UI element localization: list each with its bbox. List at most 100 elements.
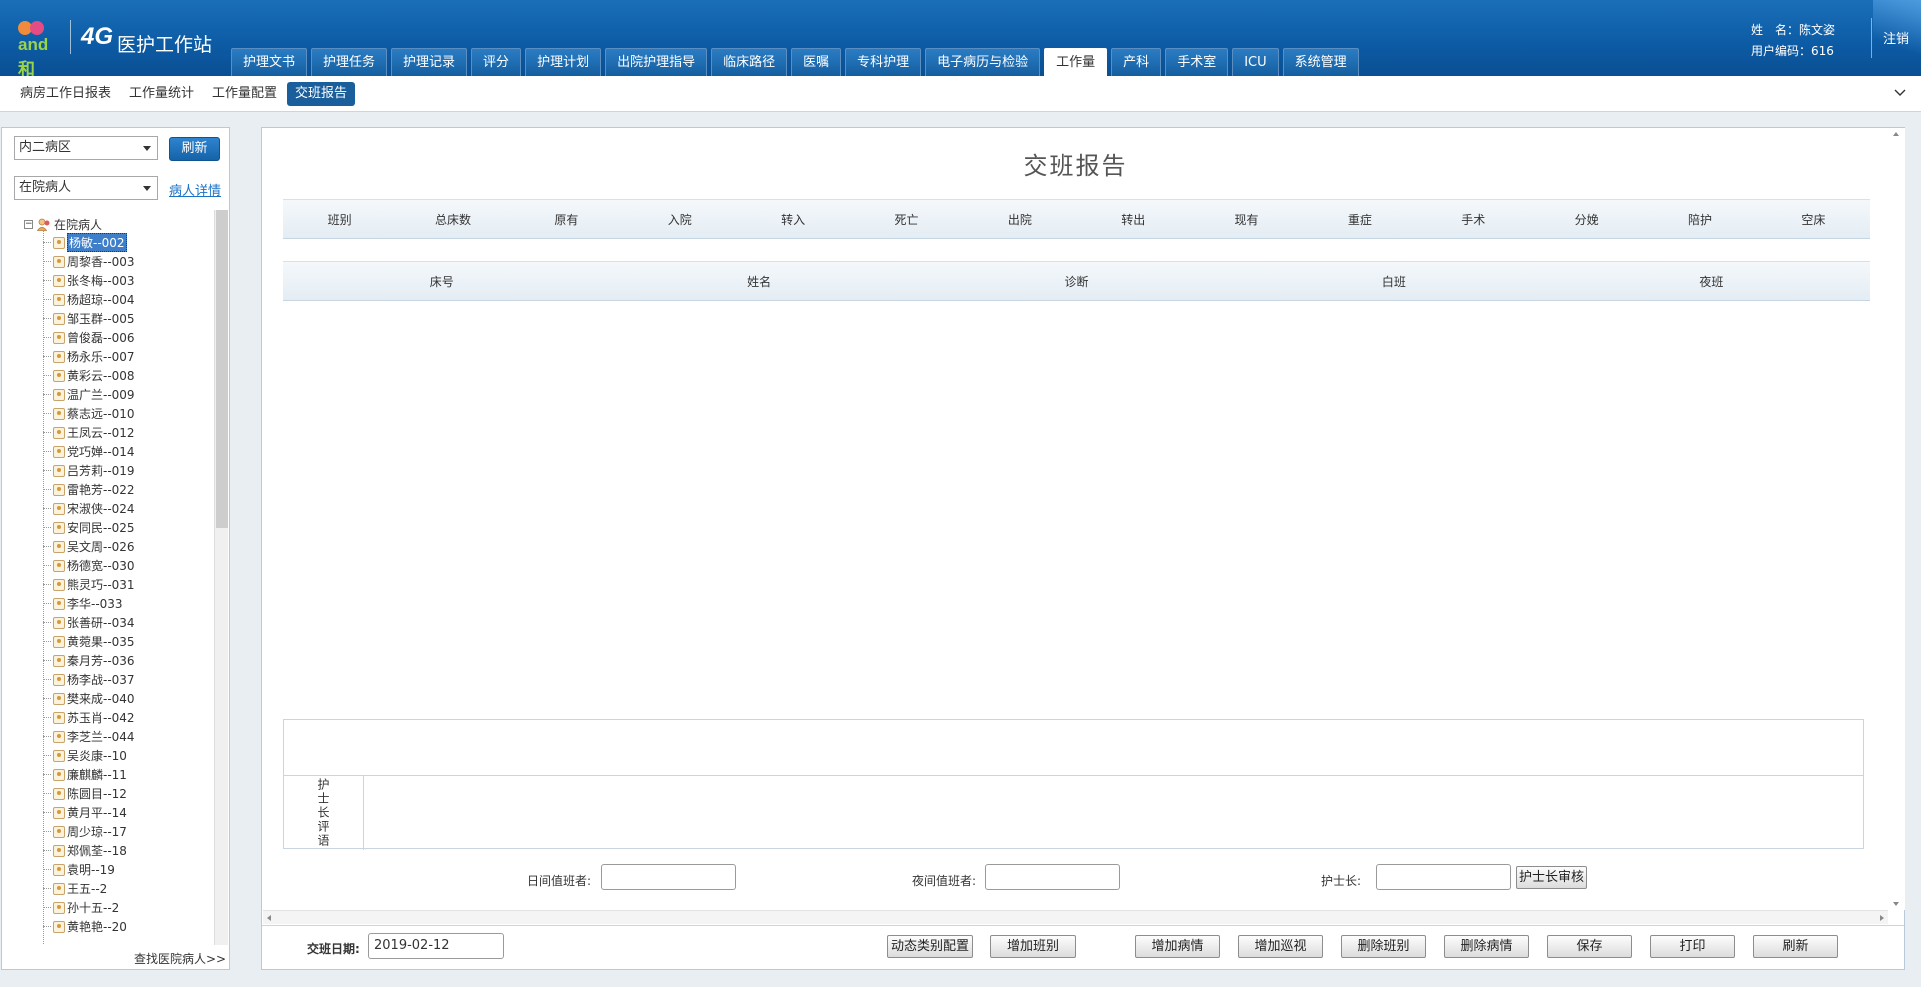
tree-item[interactable]: 王凤云--012 [43,423,135,442]
nav-tab-system-admin[interactable]: 系统管理 [1282,48,1359,76]
scroll-up-icon[interactable] [1893,132,1899,136]
patient-type-select[interactable]: 在院病人 [14,176,158,200]
refresh-button[interactable]: 刷新 [169,137,220,161]
patient-detail-link[interactable]: 病人详情 [169,180,221,199]
subnav-workload-config[interactable]: 工作量配置 [204,82,285,106]
nav-tab-operating-room[interactable]: 手术室 [1165,48,1229,76]
tree-item[interactable]: 吕芳莉--019 [43,461,135,480]
tree-item[interactable]: 郑佩荃--18 [43,841,135,860]
tree-item[interactable]: 廉麒麟--11 [43,765,135,784]
tree-item[interactable]: 宋淑侠--024 [43,499,135,518]
patient-label: 杨敏--002 [67,233,127,252]
tree-item[interactable]: 苏玉肖--042 [43,708,135,727]
tree-item[interactable]: 樊来成--040 [43,689,135,708]
subnav-workload-stats[interactable]: 工作量统计 [121,82,202,106]
tree-item[interactable]: 李芝兰--044 [43,727,135,746]
tree-scrollbar[interactable] [214,210,228,945]
tree-item[interactable]: 杨永乐--007 [43,347,135,366]
tree-item[interactable]: 邹玉群--005 [43,309,135,328]
delete-shift-button[interactable]: 删除班别 [1341,935,1426,958]
tree-item[interactable]: 黄菀果--035 [43,632,135,651]
tree-item[interactable]: 张善研--034 [43,613,135,632]
tree-item[interactable]: 李华--033 [43,594,135,613]
ward-select[interactable]: 内二病区 [14,136,158,160]
patient-icon [53,521,65,534]
patient-icon [53,920,65,933]
patient-icon [53,293,65,306]
patient-label: 张善研--034 [67,616,135,630]
tree-item[interactable]: 党巧婵--014 [43,442,135,461]
add-patrol-button[interactable]: 增加巡视 [1238,935,1323,958]
tree-item[interactable]: 熊灵巧--031 [43,575,135,594]
patient-icon [53,882,65,895]
subnav-daily-report[interactable]: 病房工作日报表 [12,82,119,106]
scroll-left-icon[interactable] [267,915,271,921]
save-button[interactable]: 保存 [1547,935,1632,958]
tree-item[interactable]: 杨李战--037 [43,670,135,689]
scroll-down-icon[interactable] [1893,902,1899,906]
head-nurse-review-button[interactable]: 护士长审核 [1516,866,1587,889]
tree-item[interactable]: 黄月平--14 [43,803,135,822]
tree-item[interactable]: 秦月芳--036 [43,651,135,670]
tree-item[interactable]: 温广兰--009 [43,385,135,404]
tree-item[interactable]: 雷艳芳--022 [43,480,135,499]
tree-scrollbar-thumb[interactable] [216,210,228,528]
nav-tab-orders[interactable]: 医嘱 [791,48,842,76]
nav-tab-obstetrics[interactable]: 产科 [1111,48,1162,76]
day-shift-input[interactable] [601,864,736,890]
delete-condition-button[interactable]: 删除病情 [1444,935,1529,958]
subnav-handover-report[interactable]: 交班报告 [287,82,356,106]
tree-item[interactable]: 吴炎康--10 [43,746,135,765]
tree-item[interactable]: 黄艳艳--20 [43,917,135,936]
print-button[interactable]: 打印 [1650,935,1735,958]
tree-item[interactable]: 杨超琼--004 [43,290,135,309]
night-shift-input[interactable] [985,864,1120,890]
tree-item[interactable]: 黄彩云--008 [43,366,135,385]
tree-item[interactable]: 周少琼--17 [43,822,135,841]
nav-tab-nursing-plan[interactable]: 护理计划 [525,48,602,76]
tree-root[interactable]: − 在院病人 [24,216,102,233]
tree-item[interactable]: 王五--2 [43,879,135,898]
refresh-report-button[interactable]: 刷新 [1753,935,1838,958]
nav-tab-nursing-tasks[interactable]: 护理任务 [311,48,388,76]
logout-link[interactable]: 注销 [1883,28,1909,47]
tree-item[interactable]: 张冬梅--003 [43,271,135,290]
main-horizontal-scrollbar[interactable] [263,910,1888,924]
patient-icon [53,464,65,477]
chevron-down-icon[interactable] [1893,85,1907,99]
tree-item[interactable]: 杨德宽--030 [43,556,135,575]
patient-list: 杨敏--002 周黎香--003 张冬梅--003 杨超琼--004 邹玉群--005 曾… [43,233,135,936]
nav-tab-discharge-guidance[interactable]: 出院护理指导 [605,48,708,76]
handover-date-input[interactable]: 2019-02-12 [368,933,504,959]
nav-tab-emr-lab[interactable]: 电子病历与检验 [925,48,1041,76]
patient-column-header: 白班 [1381,275,1406,289]
nav-tab-scoring[interactable]: 评分 [471,48,522,76]
tree-item[interactable]: 吴文周--026 [43,537,135,556]
nav-tab-clinical-pathway[interactable]: 临床路径 [711,48,788,76]
nav-tab-specialty-nursing[interactable]: 专科护理 [845,48,922,76]
collapse-icon[interactable]: − [24,220,33,229]
nav-tab-icu[interactable]: ICU [1232,48,1279,76]
tree-item[interactable]: 袁明--19 [43,860,135,879]
nav-tab-workload[interactable]: 工作量 [1044,48,1108,76]
nav-tab-nursing-records[interactable]: 护理记录 [391,48,468,76]
nav-tab-nursing-docs[interactable]: 护理文书 [231,48,308,76]
dynamic-category-config-button[interactable]: 动态类别配置 [887,935,973,958]
main-vertical-scrollbar[interactable] [1889,128,1905,910]
find-patient-link[interactable]: 查找医院病人>> [134,950,226,967]
tree-item[interactable]: 杨敏--002 [43,233,135,252]
tree-item[interactable]: 蔡志远--010 [43,404,135,423]
add-shift-button[interactable]: 增加班别 [990,935,1076,958]
tree-item[interactable]: 孙十五--2 [43,898,135,917]
tree-item[interactable]: 周黎香--003 [43,252,135,271]
tree-item[interactable]: 曾俊磊--006 [43,328,135,347]
scroll-right-icon[interactable] [1880,915,1884,921]
ward-select-value: 内二病区 [19,140,72,155]
handover-report-panel: 交班报告 班别 总床数 原有 入院 转入 死亡 出院 转出 现有 重症 手术 分娩 陪护 空床 床号 姓名 诊… [261,127,1905,970]
head-nurse-input[interactable] [1376,864,1511,890]
stat-column-header: 死亡 [894,213,919,227]
tree-item[interactable]: 安同民--025 [43,518,135,537]
patient-icon [53,844,65,857]
add-condition-button[interactable]: 增加病情 [1135,935,1220,958]
tree-item[interactable]: 陈圆目--12 [43,784,135,803]
